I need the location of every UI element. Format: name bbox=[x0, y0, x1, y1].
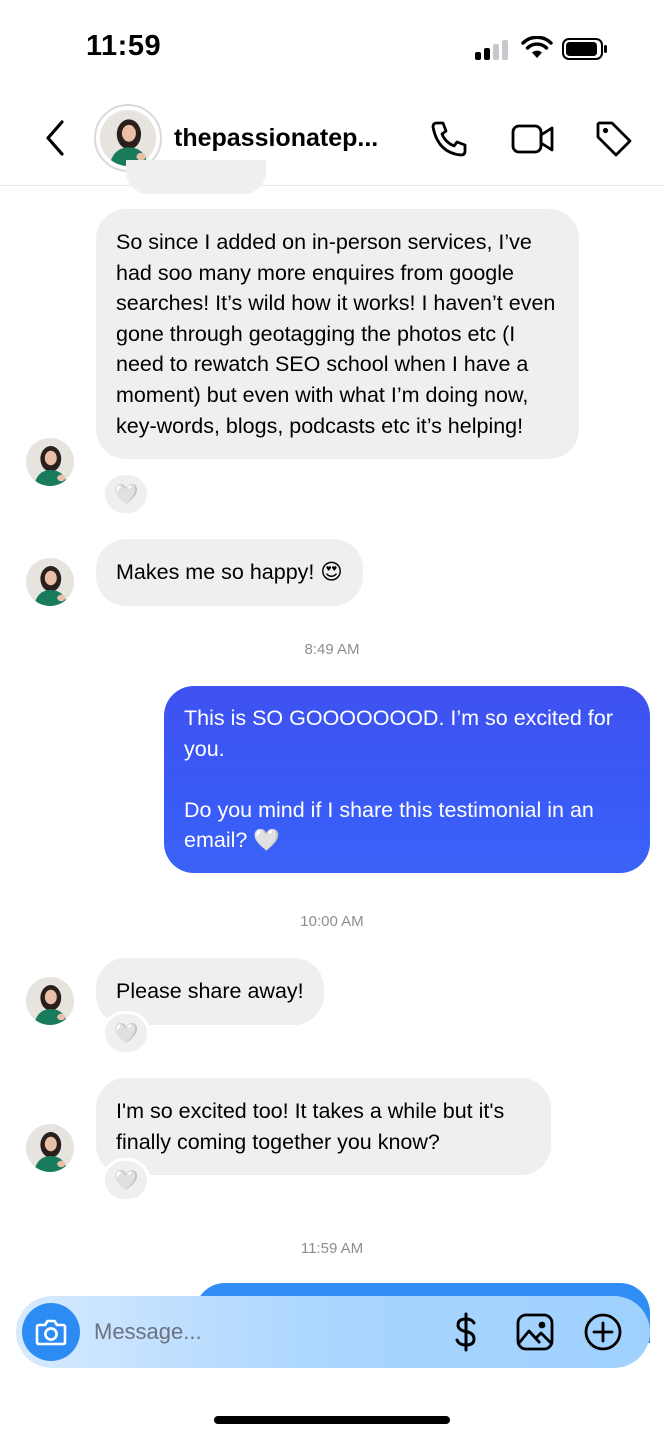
message-timestamp: 11:59 AM bbox=[300, 1240, 364, 1257]
video-call-icon[interactable] bbox=[510, 118, 556, 160]
message-timestamp: 8:49 AM bbox=[304, 641, 360, 658]
person-photo-icon bbox=[26, 977, 74, 1025]
outgoing-message-bubble[interactable]: This is SO GOOOOOOOD. I’m so excited for… bbox=[164, 686, 650, 873]
message-text: Makes me so happy! 😍 bbox=[116, 560, 343, 584]
message-text: So since I added on in-person services, … bbox=[116, 230, 562, 438]
heart-reaction[interactable]: 🤍 bbox=[102, 1158, 150, 1202]
wifi-icon bbox=[521, 36, 553, 58]
heart-icon: 🤍 bbox=[113, 483, 139, 506]
message-text: Please share away! bbox=[116, 979, 304, 1003]
cellular-signal-icon bbox=[475, 40, 509, 60]
sender-avatar[interactable] bbox=[26, 438, 74, 486]
message-input[interactable] bbox=[94, 1314, 394, 1350]
add-icon[interactable] bbox=[583, 1312, 623, 1352]
dollar-icon[interactable] bbox=[446, 1312, 486, 1352]
status-bar: 11:59 bbox=[0, 0, 664, 96]
message-timestamp: 10:00 AM bbox=[300, 913, 364, 930]
camera-button[interactable] bbox=[22, 1303, 80, 1361]
camera-icon bbox=[35, 1319, 67, 1346]
sender-avatar[interactable] bbox=[26, 1124, 74, 1172]
home-indicator[interactable] bbox=[214, 1416, 450, 1424]
previous-message-bubble bbox=[126, 160, 266, 194]
message-text: I'm so excited too! It takes a while but… bbox=[116, 1099, 511, 1154]
sender-avatar[interactable] bbox=[26, 558, 74, 606]
tag-icon[interactable] bbox=[593, 118, 635, 160]
sender-avatar[interactable] bbox=[26, 977, 74, 1025]
status-time: 11:59 bbox=[86, 30, 162, 62]
person-photo-icon bbox=[26, 1124, 74, 1172]
person-photo-icon bbox=[100, 110, 156, 166]
incoming-message-bubble[interactable]: I'm so excited too! It takes a while but… bbox=[96, 1078, 551, 1176]
message-text: This is SO GOOOOOOOD. I’m so excited for… bbox=[184, 706, 613, 853]
chat-header: thepassionatep... bbox=[0, 96, 664, 186]
back-arrow-icon[interactable] bbox=[36, 118, 76, 158]
heart-icon: 🤍 bbox=[113, 1022, 139, 1045]
incoming-message-bubble[interactable]: So since I added on in-person services, … bbox=[96, 209, 579, 460]
person-photo-icon bbox=[26, 558, 74, 606]
heart-reaction[interactable]: 🤍 bbox=[102, 1011, 150, 1055]
message-composer bbox=[16, 1296, 650, 1368]
person-photo-icon bbox=[26, 438, 74, 486]
photo-gallery-icon[interactable] bbox=[515, 1312, 555, 1352]
heart-icon: 🤍 bbox=[113, 1169, 139, 1192]
chat-username[interactable]: thepassionatep... bbox=[174, 124, 378, 153]
heart-reaction[interactable]: 🤍 bbox=[102, 472, 150, 516]
phone-call-icon[interactable] bbox=[428, 118, 470, 160]
incoming-message-bubble[interactable]: Makes me so happy! 😍 bbox=[96, 539, 363, 606]
battery-icon bbox=[562, 38, 607, 60]
